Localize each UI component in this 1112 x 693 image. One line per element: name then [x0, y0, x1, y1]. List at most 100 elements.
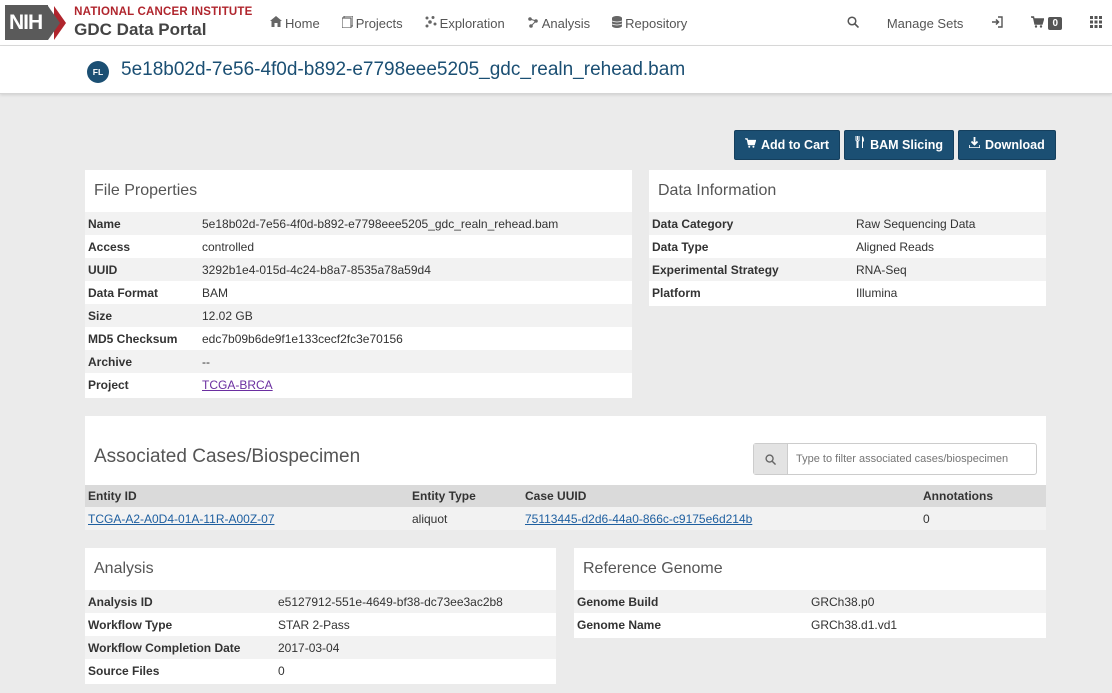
- prop-value: --: [199, 350, 632, 373]
- gdc-logo[interactable]: NIH NATIONAL CANCER INSTITUTE GDC Data P…: [5, 5, 253, 40]
- sign-in-icon: [991, 15, 1004, 31]
- cases-filter: [753, 443, 1037, 475]
- bam-slicing-button[interactable]: BAM Slicing: [844, 130, 954, 160]
- case-uuid-cell: 75113445-d2d6-44a0-866c-c9175e6d214b: [522, 507, 920, 530]
- table-row: Experimental Strategy RNA-Seq: [649, 258, 1046, 281]
- table-row: Project TCGA-BRCA: [85, 373, 632, 396]
- page-title: 5e18b02d-7e56-4f0d-b892-e7798eee5205_gdc…: [121, 59, 686, 80]
- file-type-badge: FL: [87, 61, 109, 83]
- quick-search-button[interactable]: [847, 15, 859, 31]
- column-header[interactable]: Annotations: [920, 485, 1046, 507]
- data-information-panel: Data Information Data Category Raw Sequen…: [649, 170, 1046, 306]
- reference-genome-panel: Reference Genome Genome Build GRCh38.p0 G…: [574, 548, 1046, 638]
- apps-menu-button[interactable]: [1090, 15, 1102, 31]
- manage-sets-link[interactable]: Manage Sets: [887, 16, 964, 31]
- associated-cases-title: Associated Cases/Biospecimen: [94, 446, 361, 467]
- table-row: Workflow Completion Date 2017-03-04: [85, 636, 556, 659]
- column-header[interactable]: Case UUID: [522, 485, 920, 507]
- table-row: Archive --: [85, 350, 632, 373]
- entity-id-link[interactable]: TCGA-A2-A0D4-01A-11R-A00Z-07: [88, 512, 275, 526]
- nav-repository[interactable]: Repository: [611, 15, 688, 31]
- file-properties-panel: File Properties Name 5e18b02d-7e56-4f0d-b…: [85, 170, 632, 398]
- main-nav: Home Projects Exploration Analysis Repos…: [270, 0, 709, 46]
- info-key: Platform: [649, 281, 853, 304]
- search-icon: [847, 15, 859, 31]
- projects-icon: [341, 14, 354, 31]
- download-button[interactable]: Download: [957, 130, 1056, 160]
- top-navbar: NIH NATIONAL CANCER INSTITUTE GDC Data P…: [0, 0, 1112, 46]
- analysis-value: e5127912-551e-4649-bf38-dc73ee3ac2b8: [275, 590, 556, 613]
- prop-value: controlled: [199, 235, 632, 258]
- analysis-table: Analysis ID e5127912-551e-4649-bf38-dc73e…: [85, 590, 556, 682]
- prop-value: 5e18b02d-7e56-4f0d-b892-e7798eee5205_gdc…: [199, 212, 632, 235]
- cart-icon: [745, 130, 757, 160]
- prop-key: Size: [85, 304, 199, 327]
- entity-type-cell: aliquot: [409, 507, 522, 530]
- analysis-value: 0: [275, 659, 556, 682]
- cases-table: Entity ID Entity Type Case UUID Annotati…: [85, 485, 1046, 530]
- search-icon: [754, 444, 788, 474]
- reference-genome-table: Genome Build GRCh38.p0 Genome Name GRCh38.…: [574, 590, 1046, 636]
- home-icon: [270, 16, 282, 30]
- genome-key: Genome Name: [574, 613, 808, 636]
- table-row: MD5 Checksum edc7b09b6de9f1e133cecf2fc3e7…: [85, 327, 632, 350]
- table-row: Genome Build GRCh38.p0: [574, 590, 1046, 613]
- cart-icon: [1031, 15, 1045, 31]
- nav-analysis[interactable]: Analysis: [527, 16, 590, 31]
- cutlery-icon: [855, 130, 865, 160]
- prop-value: 12.02 GB: [199, 304, 632, 327]
- cart-button[interactable]: 0: [1031, 15, 1062, 31]
- analysis-value: 2017-03-04: [275, 636, 556, 659]
- entity-id-cell: TCGA-A2-A0D4-01A-11R-A00Z-07: [85, 507, 409, 530]
- table-row: Data Category Raw Sequencing Data: [649, 212, 1046, 235]
- add-to-cart-label: Add to Cart: [761, 138, 830, 152]
- nav-projects[interactable]: Projects: [341, 14, 403, 31]
- info-value: Illumina: [853, 281, 1046, 304]
- prop-value: 3292b1e4-015d-4c24-b8a7-8535a78a59d4: [199, 258, 632, 281]
- table-row: Platform Illumina: [649, 281, 1046, 304]
- prop-key: Access: [85, 235, 199, 258]
- nav-repository-label: Repository: [625, 15, 688, 31]
- genome-value: GRCh38.d1.vd1: [808, 613, 1046, 636]
- table-row: Genome Name GRCh38.d1.vd1: [574, 613, 1046, 636]
- table-row: UUID 3292b1e4-015d-4c24-b8a7-8535a78a59d4: [85, 258, 632, 281]
- prop-value: edc7b09b6de9f1e133cecf2fc3e70156: [199, 327, 632, 350]
- column-header[interactable]: Entity ID: [85, 485, 409, 507]
- info-key: Data Category: [649, 212, 853, 235]
- nav-home[interactable]: Home: [270, 16, 320, 31]
- table-row: Name 5e18b02d-7e56-4f0d-b892-e7798eee5205…: [85, 212, 632, 235]
- table-row: Workflow Type STAR 2-Pass: [85, 613, 556, 636]
- exploration-icon: [425, 15, 437, 31]
- info-value: RNA-Seq: [853, 258, 1046, 281]
- nav-right: Manage Sets 0: [819, 0, 1102, 46]
- logo-text: NATIONAL CANCER INSTITUTE GDC Data Porta…: [74, 7, 252, 38]
- nav-exploration[interactable]: Exploration: [425, 15, 505, 31]
- prop-key: Data Format: [85, 281, 199, 304]
- table-row: Size 12.02 GB: [85, 304, 632, 327]
- prop-key: Name: [85, 212, 199, 235]
- prop-key: Archive: [85, 350, 199, 373]
- project-link[interactable]: TCGA-BRCA: [202, 378, 273, 392]
- add-to-cart-button[interactable]: Add to Cart: [734, 130, 841, 160]
- download-icon: [968, 130, 981, 160]
- info-key: Experimental Strategy: [649, 258, 853, 281]
- case-uuid-link[interactable]: 75113445-d2d6-44a0-866c-c9175e6d214b: [525, 512, 752, 526]
- prop-key: MD5 Checksum: [85, 327, 199, 350]
- file-properties-table: Name 5e18b02d-7e56-4f0d-b892-e7798eee5205…: [85, 212, 632, 396]
- login-button[interactable]: [991, 15, 1004, 31]
- bam-slicing-label: BAM Slicing: [870, 138, 943, 152]
- reference-genome-title: Reference Genome: [583, 560, 723, 577]
- table-row: Data Format BAM: [85, 281, 632, 304]
- table-row: Access controlled: [85, 235, 632, 258]
- data-information-table: Data Category Raw Sequencing Data Data Ty…: [649, 212, 1046, 304]
- column-header[interactable]: Entity Type: [409, 485, 522, 507]
- prop-value: TCGA-BRCA: [199, 373, 632, 396]
- prop-key: Project: [85, 373, 199, 396]
- analysis-icon: [527, 16, 539, 31]
- cases-filter-input[interactable]: [788, 444, 1036, 474]
- cart-count-badge: 0: [1048, 16, 1062, 30]
- table-header-row: Entity ID Entity Type Case UUID Annotati…: [85, 485, 1046, 507]
- nih-logo-chevron: [48, 5, 61, 40]
- table-row: Source Files 0: [85, 659, 556, 682]
- annotations-cell: 0: [920, 507, 1046, 530]
